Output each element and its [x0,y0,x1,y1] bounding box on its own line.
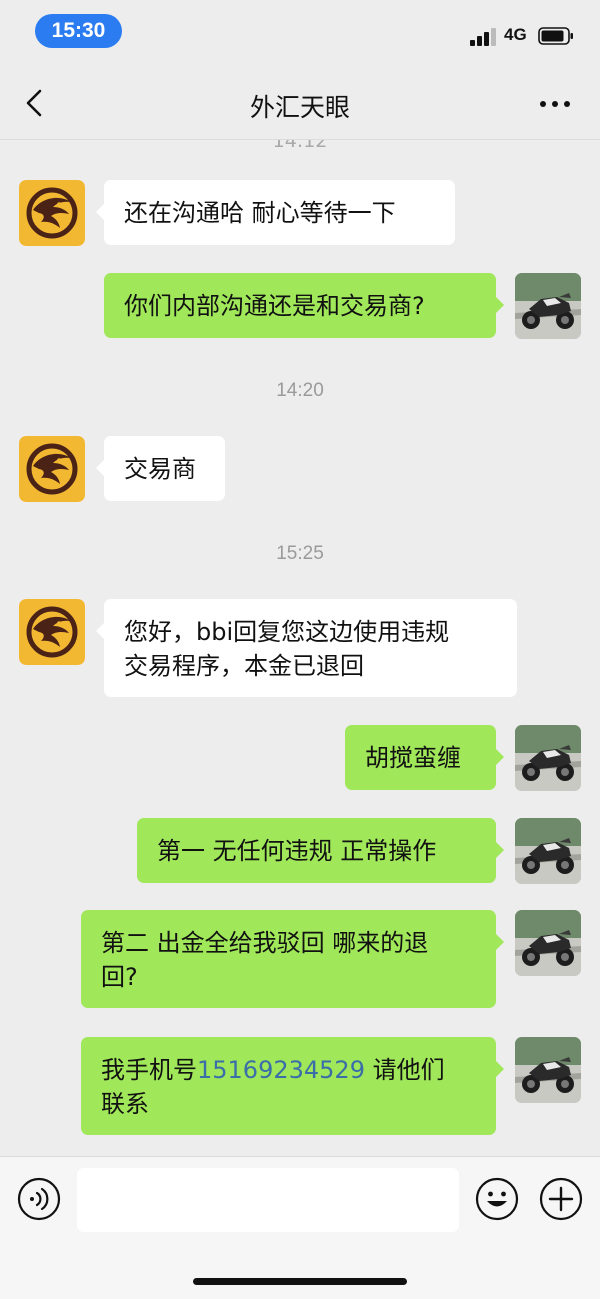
more-dots-icon[interactable] [538,92,572,116]
incoming-message[interactable]: 您好，bbi回复您这边使用违规 交易程序，本金已退回 [96,599,517,697]
contact-avatar[interactable] [19,436,85,502]
user-avatar[interactable] [515,910,581,976]
timestamp: 15:25 [276,543,324,564]
message-text: 胡搅蛮缠 [365,744,461,772]
message-line: 联系 [101,1090,149,1118]
message-line: 第二 出金全给我驳回 哪来的退 [101,929,429,957]
message-line: 您好，bbi回复您这边使用违规 [124,618,450,646]
home-indicator[interactable] [193,1278,407,1285]
emoji-icon[interactable] [475,1177,519,1221]
incoming-message[interactable]: 交易商 [96,436,225,501]
message-line: 回? [101,963,138,991]
chat-area[interactable]: 14:12 还在沟通哈 耐心等待一下 你们内部沟通还是和交易商? 14:20 交… [0,140,600,1156]
message-input[interactable] [77,1168,459,1232]
outgoing-message[interactable]: 第一 无任何违规 正常操作 [137,818,504,883]
message-text: 第一 无任何违规 正常操作 [157,837,437,865]
battery-icon [538,27,573,45]
phone-number-link[interactable]: 15169234529 [197,1056,365,1084]
message-text: 交易商 [124,455,196,483]
user-avatar[interactable] [515,725,581,791]
message-line: 我手机号15169234529 请他们 [101,1053,476,1087]
status-time: 15:30 [35,14,122,48]
voice-icon[interactable] [17,1177,61,1221]
message-text: 还在沟通哈 耐心等待一下 [124,199,396,227]
timestamp: 14:12 [272,140,328,152]
plus-icon[interactable] [539,1177,583,1221]
message-text: 请他们 [364,1056,445,1084]
contact-avatar[interactable] [19,599,85,665]
outgoing-message[interactable]: 第二 出金全给我驳回 哪来的退 回? [81,910,504,1008]
user-avatar[interactable] [515,818,581,884]
user-avatar[interactable] [515,273,581,339]
input-bar [0,1156,600,1299]
signal-icon [470,26,498,46]
timestamp: 14:20 [276,380,324,401]
network-type: 4G [504,25,527,44]
outgoing-message[interactable]: 胡搅蛮缠 [345,725,504,790]
outgoing-message[interactable]: 我手机号15169234529 请他们 联系 [81,1037,504,1135]
message-text: 你们内部沟通还是和交易商? [124,292,425,320]
message-line: 交易程序，本金已退回 [124,652,364,680]
incoming-message[interactable]: 还在沟通哈 耐心等待一下 [96,180,455,245]
user-avatar[interactable] [515,1037,581,1103]
nav-bar: 外汇天眼 [0,64,600,140]
chat-title: 外汇天眼 [249,93,350,122]
contact-avatar[interactable] [19,180,85,246]
message-text: 我手机号 [101,1056,197,1084]
outgoing-message[interactable]: 你们内部沟通还是和交易商? [104,273,504,338]
status-bar: 15:30 4G [0,0,600,64]
